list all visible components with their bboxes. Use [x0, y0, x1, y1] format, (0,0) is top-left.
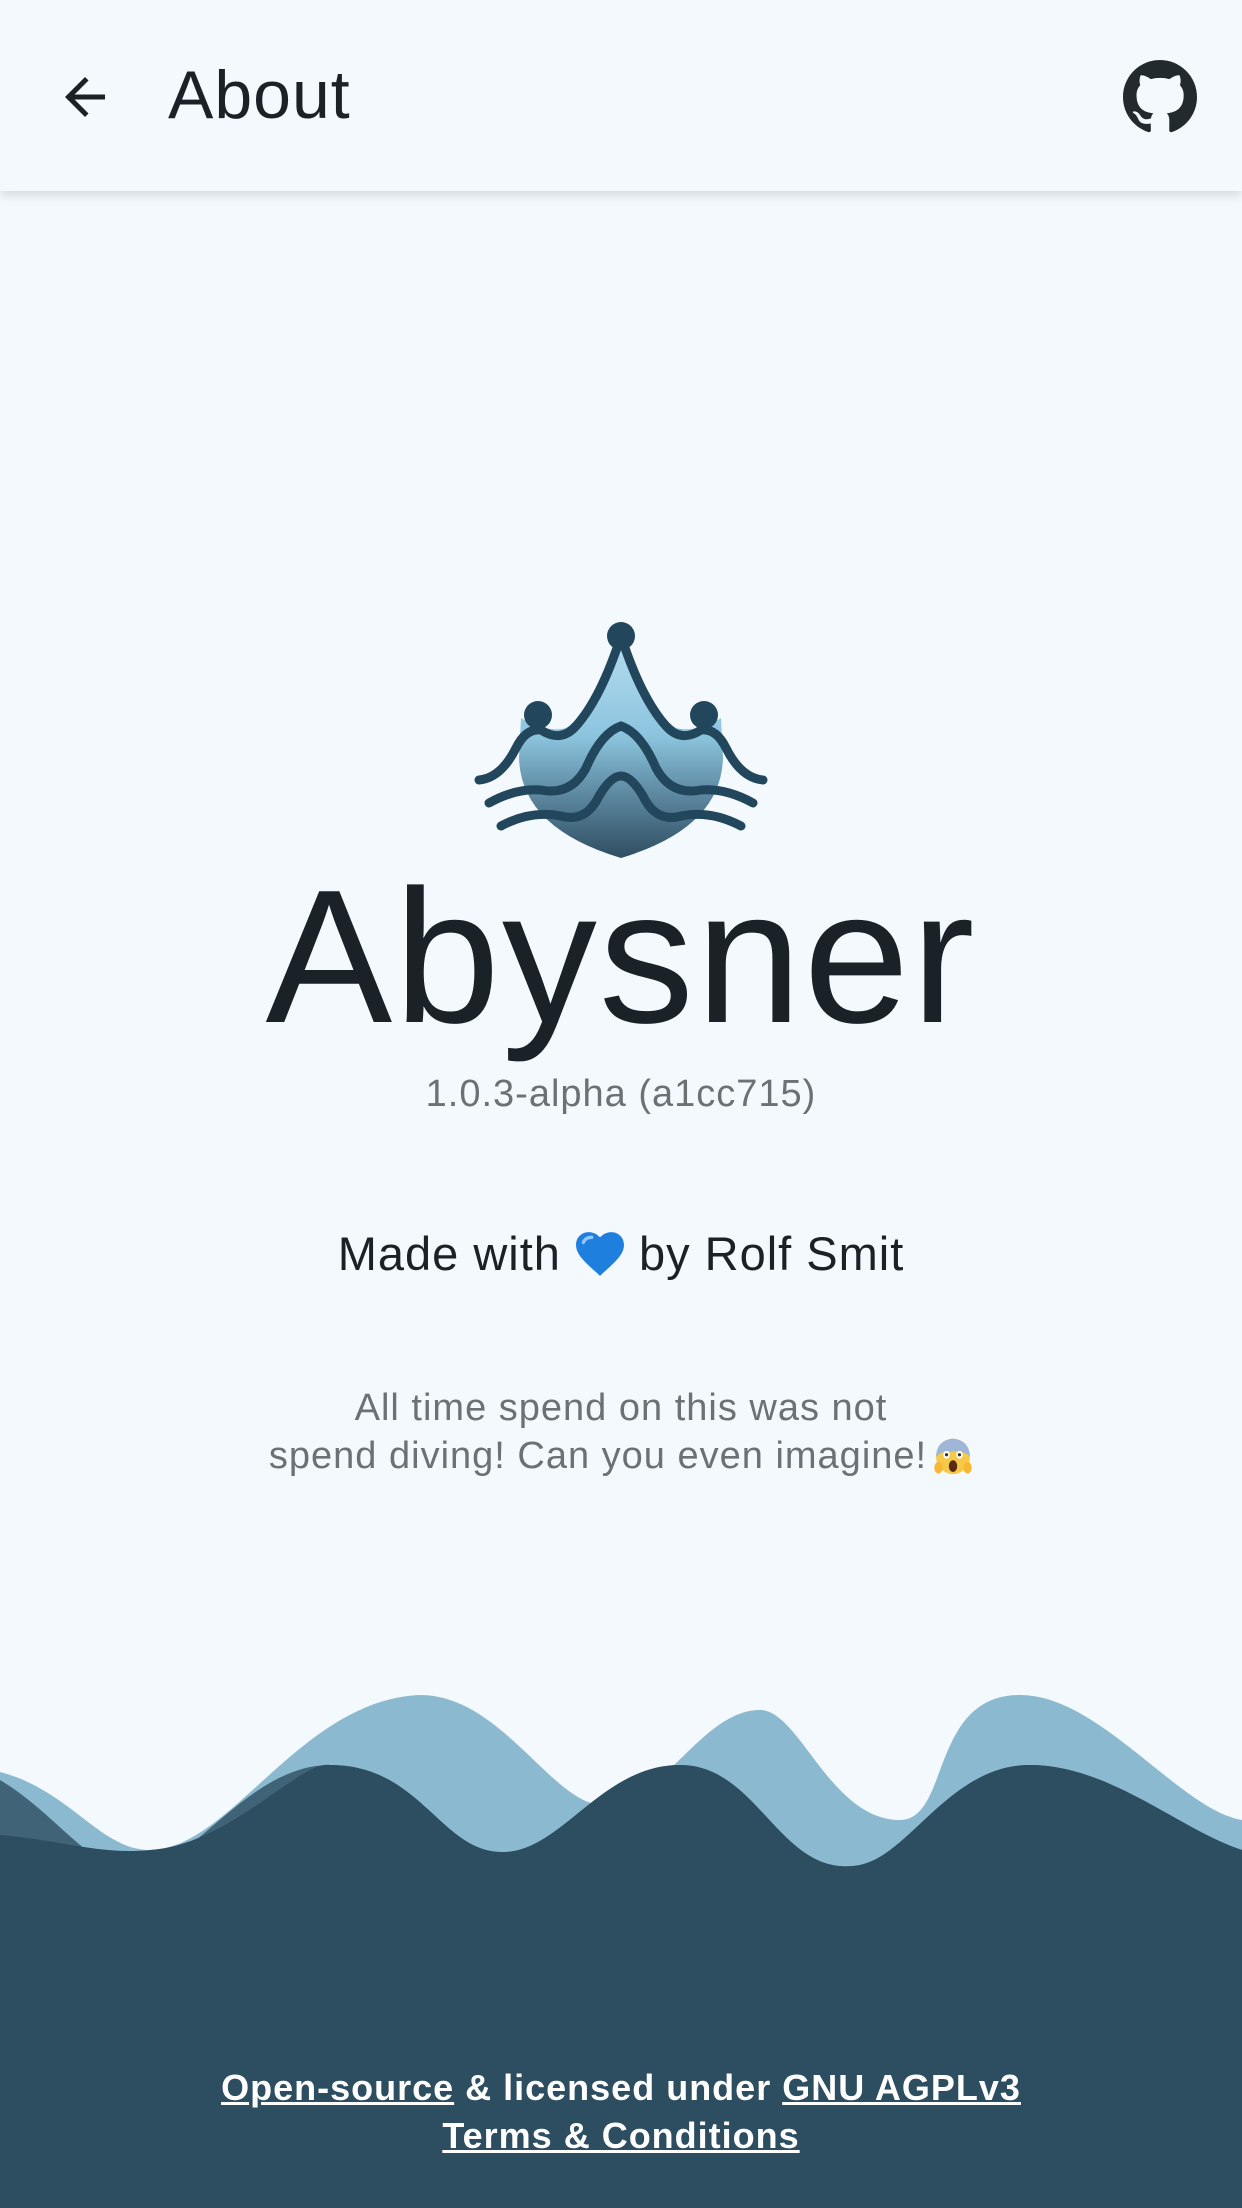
app-name: Abysner — [265, 851, 977, 1063]
terms-link[interactable]: Terms & Conditions — [442, 2115, 799, 2156]
github-icon — [1123, 60, 1197, 133]
made-with-suffix: by Rolf Smit — [638, 1227, 905, 1280]
app-version: 1.0.3-alpha (a1cc715) — [425, 1073, 817, 1115]
github-button[interactable] — [1118, 55, 1202, 139]
made-with-prefix: Made with — [337, 1227, 561, 1280]
footer-links: Open-source & licensed under GNU AGPLv3 … — [0, 2064, 1242, 2160]
open-source-link[interactable]: Open-source — [221, 2067, 454, 2108]
tagline-line-1: All time spend on this was not — [354, 1387, 888, 1429]
app-bar: About — [0, 0, 1242, 191]
licensed-text: & licensed under — [454, 2067, 783, 2108]
tagline-line-2-text: spend diving! Can you even imagine! — [268, 1435, 928, 1477]
license-link[interactable]: GNU AGPLv3 — [782, 2067, 1021, 2108]
license-row: Open-source & licensed under GNU AGPLv3 — [0, 2064, 1242, 2112]
screaming-face-icon — [934, 1438, 972, 1475]
tagline: All time spend on this was not spend div… — [0, 1384, 1242, 1480]
page-title: About — [168, 57, 351, 133]
abysner-logo-icon — [474, 621, 768, 858]
tagline-line-2: spend diving! Can you even imagine! — [0, 1432, 1242, 1480]
terms-row: Terms & Conditions — [0, 2112, 1242, 2160]
arrow-left-icon — [65, 77, 105, 117]
about-screen: About Abysner 1.0.3-alpha (a1cc715) Made… — [0, 0, 1242, 2208]
blue-heart-icon — [575, 1232, 624, 1276]
back-button[interactable] — [44, 56, 126, 138]
made-with-credit: Made with by Rolf Smit — [0, 1226, 1242, 1282]
